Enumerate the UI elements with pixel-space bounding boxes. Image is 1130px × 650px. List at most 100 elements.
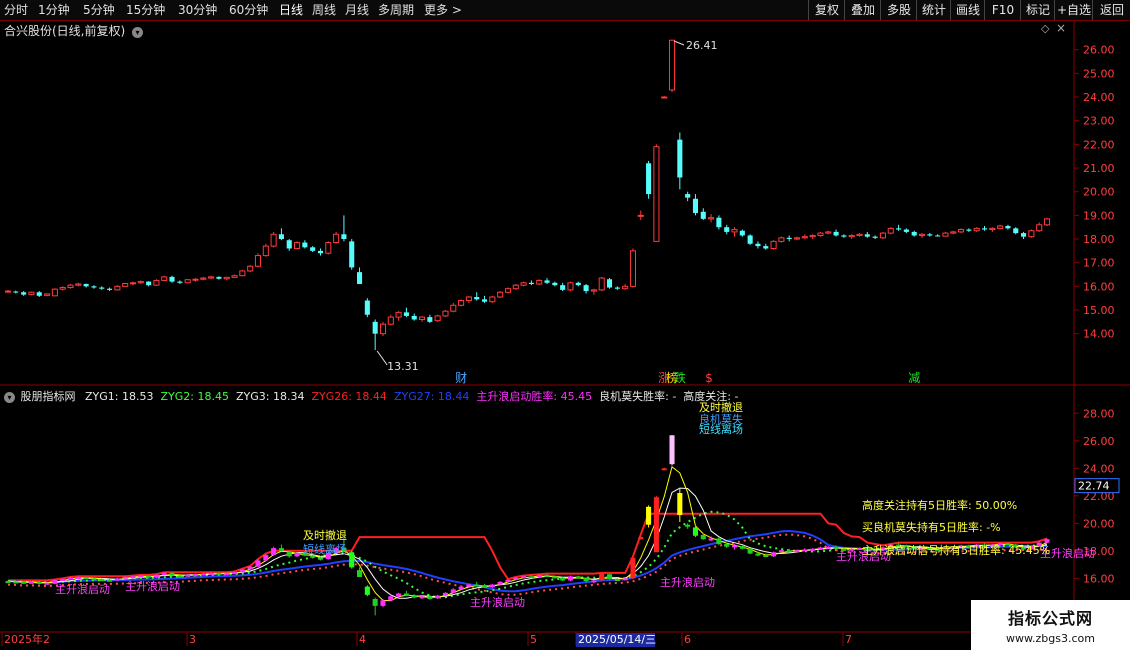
candle-body xyxy=(1005,226,1011,229)
ind-bar xyxy=(372,599,378,606)
candle-body xyxy=(724,227,730,232)
candle-body xyxy=(278,234,284,240)
candle-body xyxy=(935,235,941,237)
candle-body xyxy=(372,321,378,334)
ind-bar xyxy=(278,548,284,551)
stat-main-rise: 主升浪启动信号持有5日胜率: 45.45% xyxy=(862,544,1051,557)
ind-bar xyxy=(130,576,136,579)
ind-bar xyxy=(677,493,683,516)
candle-body xyxy=(1028,230,1035,238)
candle-body xyxy=(692,198,698,213)
ind-bar xyxy=(505,579,511,582)
candle-body xyxy=(552,282,558,286)
candle-body xyxy=(208,276,215,279)
ind-bar xyxy=(825,546,831,549)
candle-body xyxy=(739,230,745,236)
x-axis-label-0: 2025年2 xyxy=(4,632,50,646)
main-y-tick-label: 21.00 xyxy=(1083,162,1115,175)
candle-body xyxy=(489,296,496,303)
ind-bar xyxy=(731,545,738,548)
candle-body xyxy=(677,139,683,178)
candle-body xyxy=(896,228,902,230)
candle-body xyxy=(387,316,394,325)
ind-bar xyxy=(716,538,722,544)
ind-bar xyxy=(763,554,769,557)
candle-body xyxy=(4,290,12,293)
ind-bar xyxy=(474,584,480,587)
candle-body xyxy=(685,194,691,198)
ind-bar xyxy=(349,552,355,568)
candle-body xyxy=(1036,224,1043,232)
candle-body xyxy=(357,272,363,284)
ind-bar xyxy=(708,538,714,541)
candle-body xyxy=(458,300,465,306)
candle-body xyxy=(872,236,878,238)
ind-bar xyxy=(60,579,66,582)
candle-body xyxy=(614,287,620,289)
ind-bar xyxy=(786,550,792,553)
candle-body xyxy=(310,247,316,251)
candle-body xyxy=(637,214,644,217)
candle-body xyxy=(841,235,847,237)
current-value-label: 22.74 xyxy=(1078,480,1110,493)
main-y-tick-label: 20.00 xyxy=(1083,186,1115,199)
candle-body xyxy=(520,282,527,286)
ind-bar xyxy=(177,575,183,578)
ind-bar xyxy=(396,593,402,597)
ind-bar xyxy=(466,584,472,587)
ind-bar xyxy=(388,596,394,601)
candle-body xyxy=(239,270,246,277)
ind-bar xyxy=(357,570,363,577)
candle-body xyxy=(114,285,121,291)
ind-bar xyxy=(622,578,628,581)
ind-bar xyxy=(44,582,50,585)
main-y-tick-label: 15.00 xyxy=(1083,304,1115,317)
ind-y-tick-label: 26.00 xyxy=(1083,435,1115,448)
ind-bar xyxy=(810,548,816,551)
x-axis-label-5: 6 xyxy=(684,633,691,646)
candle-body xyxy=(146,281,152,286)
candle-body xyxy=(99,287,105,289)
ind-bar xyxy=(536,574,542,577)
candle-body xyxy=(427,317,433,322)
ind-bar xyxy=(481,585,488,588)
ind-bar xyxy=(75,576,81,579)
signal-label-2: 主升浪启动 xyxy=(470,595,525,609)
candle-body xyxy=(21,292,27,295)
ind-bar xyxy=(544,574,550,577)
candle-body xyxy=(817,232,824,236)
candle-body xyxy=(51,288,58,297)
candle-body xyxy=(450,304,457,312)
candle-body xyxy=(349,241,355,268)
candle-body xyxy=(497,291,504,298)
ind-bar xyxy=(208,572,214,575)
ind-bar xyxy=(107,579,113,582)
ind-y-tick-label: 28.00 xyxy=(1083,407,1115,420)
ind-bar xyxy=(200,573,206,576)
candle-body xyxy=(856,233,863,236)
ind-bar xyxy=(521,576,527,579)
candle-body xyxy=(153,279,160,286)
candle-body xyxy=(403,312,409,316)
ind-bar xyxy=(411,595,417,598)
ind-bar xyxy=(114,578,120,581)
candle-body xyxy=(59,287,66,290)
ind-bar xyxy=(700,535,706,540)
candle-body xyxy=(536,279,543,285)
candle-body xyxy=(177,281,183,283)
candle-body xyxy=(700,211,706,219)
candle-body xyxy=(411,315,417,320)
candle-body xyxy=(36,292,42,296)
ind-bar xyxy=(286,551,292,557)
candle-body xyxy=(918,233,926,236)
stat-attention: 高度关注持有5日胜率: 50.00% xyxy=(862,499,1018,512)
chevron-down-icon[interactable]: ▾ xyxy=(4,392,15,403)
candle-body xyxy=(950,231,957,234)
ind-bar xyxy=(28,581,34,584)
ind-bar xyxy=(232,572,238,575)
candle-body xyxy=(325,242,332,254)
candle-body xyxy=(379,323,387,335)
ind-bar xyxy=(817,547,823,550)
candle-body xyxy=(364,300,370,315)
candle-body xyxy=(567,282,574,291)
